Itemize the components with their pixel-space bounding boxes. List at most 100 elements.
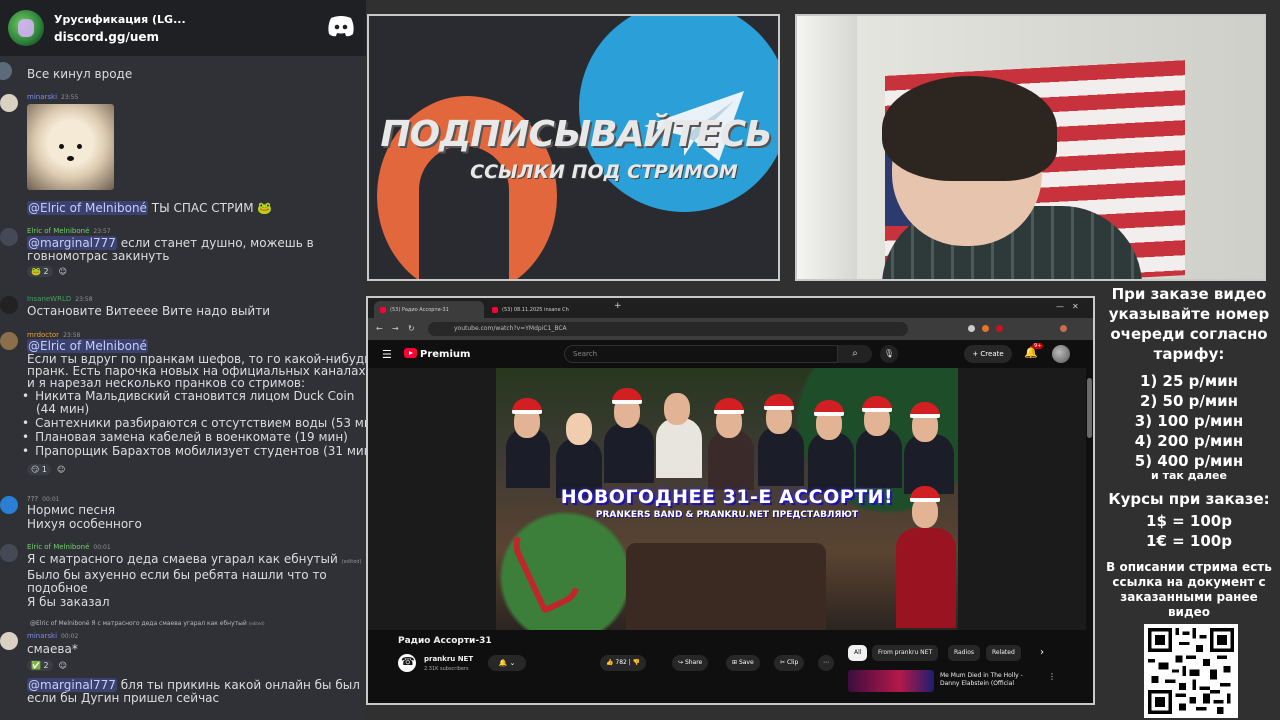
timestamp: 23:57: [93, 228, 111, 235]
person: [604, 423, 654, 483]
extension-icon[interactable]: [996, 325, 1003, 332]
price-tier: 1) 25 р/мин: [1140, 372, 1238, 390]
person: [758, 426, 804, 486]
reaction[interactable]: 😏 1: [27, 464, 51, 475]
frog-emoji-icon: 🐸: [31, 267, 41, 276]
chevron-right-icon[interactable]: ›: [1040, 647, 1044, 658]
recommended-video-title[interactable]: Me Mum Died in The Holly - Danny Elabste…: [940, 672, 1040, 688]
order-info-panel: При заказе видео указывайте номер очеред…: [1098, 282, 1280, 622]
server-icon[interactable]: [8, 10, 44, 46]
subscription-bell-button[interactable]: 🔔 ⌄: [488, 655, 526, 671]
reload-icon[interactable]: ↻: [408, 324, 415, 333]
promo-subtitle: ССЫЛКИ ПОД СТРИМОМ: [470, 161, 738, 183]
video-title: Радио Ассорти-31: [398, 636, 492, 646]
add-reaction-icon[interactable]: ☺: [57, 465, 65, 474]
reaction[interactable]: ✅ 2: [27, 660, 53, 671]
new-tab-icon[interactable]: +: [614, 301, 622, 311]
user-avatar[interactable]: [0, 332, 18, 350]
dog-image[interactable]: [27, 104, 114, 190]
create-button[interactable]: + Create: [964, 345, 1012, 363]
extension-icon[interactable]: [968, 325, 975, 332]
share-button[interactable]: ↪ Share: [672, 655, 709, 671]
username[interactable]: mrdoctor: [27, 331, 59, 339]
person: [856, 428, 902, 488]
youtube-logo-icon[interactable]: [404, 348, 417, 358]
person: [708, 430, 754, 490]
video-thumbnail[interactable]: НОВОГОДНЕЕ 31-Е АССОРТИ! PRANKERS BAND &…: [496, 368, 958, 630]
hamburger-menu-icon[interactable]: ☰: [382, 348, 392, 361]
message-body: бля ты прикинь какой онлайн бы был: [120, 678, 360, 692]
currency-rate: 1$ = 100р: [1146, 512, 1232, 530]
add-reaction-icon[interactable]: ☺: [59, 661, 67, 670]
user-mention[interactable]: @marginal777: [27, 678, 117, 692]
more-actions-icon[interactable]: ⋯: [818, 655, 834, 671]
account-avatar[interactable]: [1052, 345, 1070, 363]
user-mention[interactable]: @marginal777: [27, 236, 117, 250]
save-button[interactable]: ⊞ Save: [726, 655, 760, 671]
user-avatar[interactable]: [0, 296, 18, 314]
extension-icon[interactable]: [982, 325, 989, 332]
like-count: 782: [615, 659, 627, 666]
search-icon[interactable]: ⌕: [838, 345, 872, 363]
chip-related[interactable]: Related: [986, 645, 1021, 661]
channel-name[interactable]: prankru NET: [424, 655, 473, 663]
server-name: Урусификация (LG...: [54, 12, 186, 26]
message-body: ТЫ СПАС СТРИМ: [151, 201, 254, 215]
chip-radios[interactable]: Radios: [948, 645, 980, 661]
forward-icon[interactable]: →: [392, 324, 399, 333]
reaction[interactable]: 🐸 2: [27, 266, 53, 277]
like-button[interactable]: 👍 782 | 👎: [600, 655, 647, 671]
chip-from-channel[interactable]: From prankru NET: [872, 645, 939, 661]
user-avatar[interactable]: [0, 62, 12, 80]
minimize-icon[interactable]: —: [1056, 302, 1064, 311]
message-text: смаева*: [27, 642, 78, 656]
chip-all[interactable]: All: [848, 645, 868, 661]
price-tier: 3) 100 р/мин: [1134, 412, 1244, 430]
username[interactable]: Elric of Melniboné: [27, 227, 89, 235]
user-avatar[interactable]: [0, 544, 18, 562]
message-text: Я бы заказал: [27, 595, 110, 609]
scrollbar-thumb[interactable]: [1087, 378, 1092, 438]
user-mention[interactable]: @Elric of Melniboné: [27, 339, 148, 353]
username[interactable]: InsaneWRLD: [27, 295, 71, 303]
tab-radio-assorti[interactable]: (53) Радио Ассорти-31: [374, 301, 484, 318]
price-etc: и так далее: [1151, 469, 1227, 482]
window-light: [797, 16, 857, 279]
user-mention[interactable]: @Elric of Melniboné: [27, 201, 148, 215]
username[interactable]: Elric of Melniboné: [27, 543, 89, 551]
thumbnail-title: НОВОГОДНЕЕ 31-Е АССОРТИ!: [560, 486, 894, 508]
chat-header: Урусификация (LG... discord.gg/uem: [0, 0, 366, 56]
back-icon[interactable]: ←: [376, 324, 383, 333]
server-invite-link[interactable]: discord.gg/uem: [54, 30, 186, 44]
user-avatar[interactable]: [0, 632, 18, 650]
tab-insane-channel[interactable]: (53) 08.11.2025 insane Ch: [486, 301, 596, 318]
username[interactable]: minarski: [27, 93, 57, 101]
tab-label: (53) Радио Ассорти-31: [390, 306, 449, 313]
add-reaction-icon[interactable]: ☺: [59, 267, 67, 276]
username-line: minarski 00:02: [27, 632, 78, 640]
profile-icon[interactable]: [1060, 325, 1067, 332]
search-input[interactable]: Search: [564, 345, 838, 363]
clip-button[interactable]: ✂ Clip: [774, 655, 805, 671]
create-label: Create: [980, 350, 1004, 358]
username[interactable]: minarski: [27, 632, 57, 640]
microphone-icon[interactable]: 🎙: [880, 345, 898, 363]
youtube-premium-label[interactable]: Premium: [420, 349, 470, 360]
channel-avatar[interactable]: [398, 654, 416, 672]
table: [626, 543, 826, 630]
timestamp: 00:02: [61, 633, 79, 640]
page-scrollbar[interactable]: [1086, 368, 1093, 703]
message-body: если станет душно, можешь в: [120, 236, 314, 250]
url-field[interactable]: youtube.com/watch?v=YMdpiC1_BCA: [428, 322, 908, 336]
user-avatar[interactable]: [0, 496, 18, 514]
user-avatar[interactable]: [0, 94, 18, 112]
recommended-video-thumbnail[interactable]: [848, 670, 934, 692]
more-options-icon[interactable]: ⋮: [1048, 672, 1056, 681]
reply-preview[interactable]: @Elric of Melniboné Я с матрасного деда …: [30, 620, 265, 627]
person: [896, 528, 956, 628]
user-avatar[interactable]: [0, 228, 18, 246]
video-player[interactable]: НОВОГОДНЕЕ 31-Е АССОРТИ! PRANKERS BAND &…: [368, 368, 1086, 630]
username[interactable]: ???: [27, 495, 38, 503]
close-window-icon[interactable]: ✕: [1072, 302, 1079, 311]
stream-layout: Урусификация (LG... discord.gg/uem Все к…: [0, 0, 1280, 720]
